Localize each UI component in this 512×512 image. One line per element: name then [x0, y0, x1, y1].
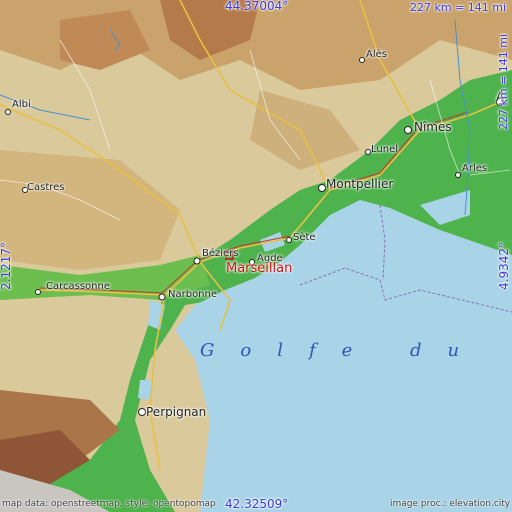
coord-left: 2.1217°	[0, 242, 13, 290]
label-narbonne: Narbonne	[168, 289, 218, 300]
label-nimes: Nîmes	[414, 120, 452, 134]
etang-leucate	[138, 380, 152, 400]
label-arles: Arles	[462, 163, 488, 174]
label-carcassonne: Carcassonne	[46, 281, 110, 292]
coord-top: 44.37004°	[225, 0, 289, 13]
credit-image-proc: image proc.: elevation.city	[390, 499, 511, 509]
label-beziers: Béziers	[202, 248, 239, 259]
coord-bottom: 42.32509°	[225, 497, 289, 511]
map-canvas[interactable]: Albi Castres Carcassonne Narbonne Bézier…	[0, 0, 512, 512]
label-albi: Albi	[12, 99, 31, 110]
terrain-layer	[0, 0, 512, 512]
label-montpellier: Montpellier	[326, 177, 394, 191]
scale-right: 227 km = 141 mi	[497, 33, 510, 130]
coord-right: 4.9342°	[497, 242, 511, 290]
label-ales: Alès	[366, 49, 387, 60]
label-lunel: Lunel	[371, 144, 399, 155]
credit-map-data: map data: openstreetmap, style: opentopo…	[2, 499, 216, 509]
highlight-location-label: Marseillan	[226, 261, 293, 276]
scale-top: 227 km = 141 mi	[410, 1, 507, 14]
label-sete: Sète	[293, 232, 316, 243]
label-castres: Castres	[27, 182, 65, 193]
sea-name-label: Golfe du L	[200, 340, 512, 361]
label-perpignan: Perpignan	[146, 405, 207, 419]
